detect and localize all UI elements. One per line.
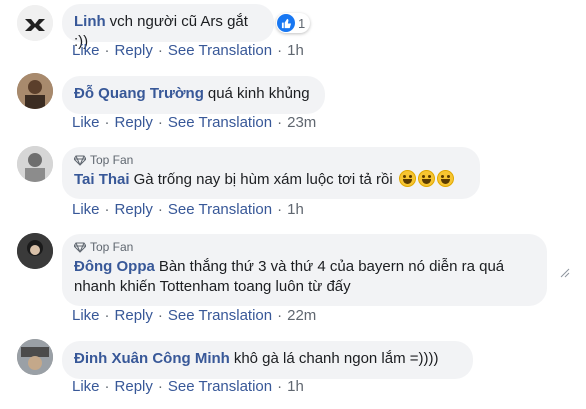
comment-bubble: Đỗ Quang Trường quá kinh khủng <box>62 76 325 114</box>
reaction-count[interactable]: 1 <box>276 13 311 33</box>
comment-actions: Like · Reply · See Translation · 1h <box>72 201 304 218</box>
avatar[interactable] <box>17 233 53 269</box>
timestamp[interactable]: 1h <box>287 201 304 218</box>
comment-bubble: Top Fan Tai Thai Gà trống nay bị hùm xám … <box>62 147 480 199</box>
comment-text: Gà trống nay bị hùm xám luộc tơi tả rồi <box>133 171 393 188</box>
reply-link[interactable]: Reply <box>115 42 153 59</box>
see-translation-link[interactable]: See Translation <box>168 42 272 59</box>
laughing-crying-emoji-icon <box>417 170 435 187</box>
commenter-name[interactable]: Đinh Xuân Công Minh <box>74 350 230 367</box>
timestamp[interactable]: 22m <box>287 307 316 324</box>
comment-actions: Like · Reply · See Translation · 22m <box>72 307 317 324</box>
see-translation-link[interactable]: See Translation <box>168 378 272 395</box>
diamond-icon <box>74 155 86 166</box>
like-reaction-icon <box>277 14 295 32</box>
laughing-crying-emoji-icon <box>398 170 416 187</box>
reply-link[interactable]: Reply <box>115 201 153 218</box>
commenter-name[interactable]: Đỗ Quang Trường <box>74 85 204 102</box>
reply-link[interactable]: Reply <box>115 307 153 324</box>
timestamp[interactable]: 23m <box>287 114 316 131</box>
like-link[interactable]: Like <box>72 307 100 324</box>
diamond-icon <box>74 242 86 253</box>
top-fan-badge: Top Fan <box>74 152 468 168</box>
reply-link[interactable]: Reply <box>115 114 153 131</box>
like-link[interactable]: Like <box>72 201 100 218</box>
comment-bubble: Top Fan Đông Oppa Bàn thắng thứ 3 và thứ … <box>62 234 547 306</box>
comment-bubble: Linh vch người cũ Ars gắt :)) <box>62 4 274 50</box>
avatar[interactable] <box>17 73 53 109</box>
comment-text: quá kinh khủng <box>207 85 310 102</box>
comment-text: khô gà lá chanh ngon lắm =)))) <box>233 350 439 367</box>
like-link[interactable]: Like <box>72 114 100 131</box>
timestamp[interactable]: 1h <box>287 378 304 395</box>
top-fan-label: Top Fan <box>90 153 134 167</box>
top-fan-badge: Top Fan <box>74 239 535 255</box>
avatar[interactable] <box>17 146 53 182</box>
drag-handle-icon[interactable] <box>560 268 570 278</box>
commenter-name[interactable]: Tai Thai <box>74 171 130 188</box>
like-link[interactable]: Like <box>72 42 100 59</box>
see-translation-link[interactable]: See Translation <box>168 114 272 131</box>
see-translation-link[interactable]: See Translation <box>168 201 272 218</box>
like-link[interactable]: Like <box>72 378 100 395</box>
comment-actions: Like · Reply · See Translation · 1h <box>72 378 304 395</box>
comment-actions: Like · Reply · See Translation · 23m <box>72 114 317 131</box>
reply-link[interactable]: Reply <box>115 378 153 395</box>
reaction-number: 1 <box>298 15 306 31</box>
laughing-crying-emoji-icon <box>436 170 454 187</box>
see-translation-link[interactable]: See Translation <box>168 307 272 324</box>
top-fan-label: Top Fan <box>90 240 134 254</box>
commenter-name[interactable]: Linh <box>74 13 106 30</box>
comment-actions: Like · Reply · See Translation · 1h <box>72 42 304 59</box>
avatar[interactable] <box>17 5 53 41</box>
comment-bubble: Đinh Xuân Công Minh khô gà lá chanh ngon … <box>62 341 473 379</box>
avatar[interactable] <box>17 339 53 375</box>
commenter-name[interactable]: Đông Oppa <box>74 258 155 275</box>
timestamp[interactable]: 1h <box>287 42 304 59</box>
